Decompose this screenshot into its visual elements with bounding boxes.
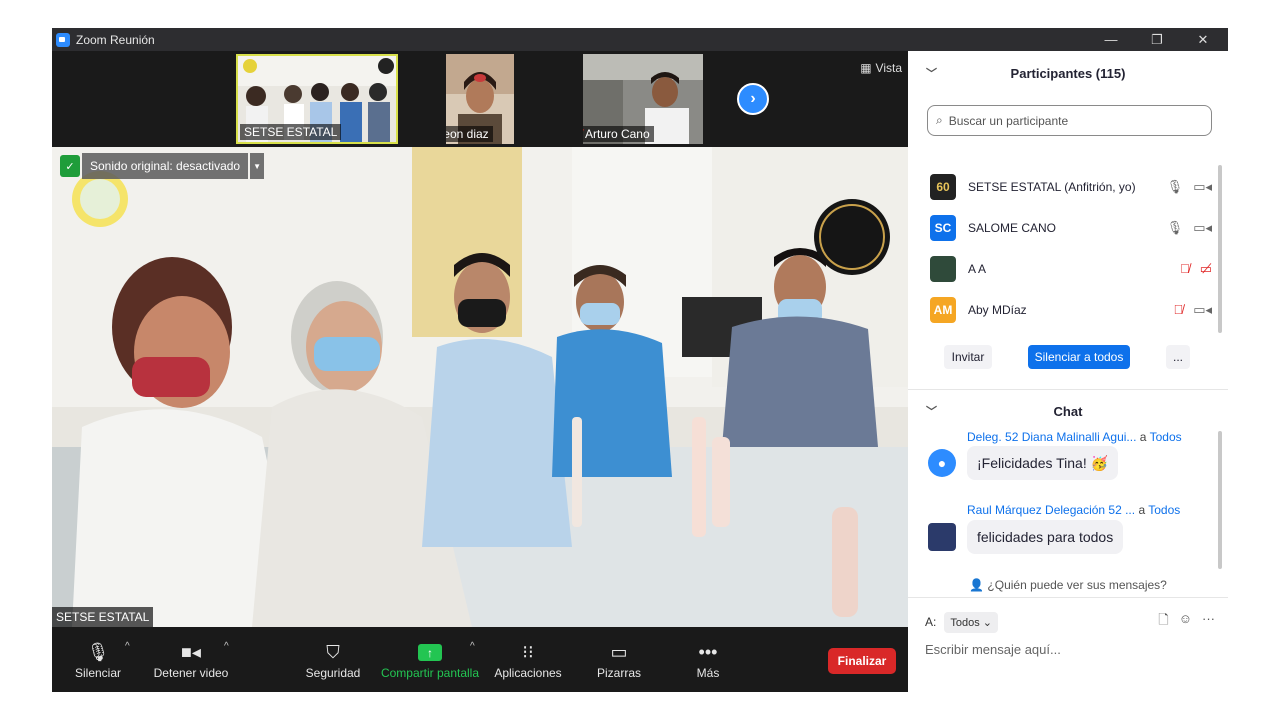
zoom-window: Zoom Reunión — ❐ ✕ SETSE ESTATAL eon dia… — [52, 28, 1228, 692]
stop-video-button[interactable]: ■◂ Detener video — [152, 627, 230, 692]
microphone-icon: 🎙︎ — [1166, 220, 1184, 235]
participant-search-input[interactable]: ⌕ Buscar un participante — [927, 105, 1212, 136]
person-icon: 👤 — [969, 578, 985, 592]
message-meta: Deleg. 52 Diana Malinalli Agui... a Todo… — [967, 430, 1182, 444]
avatar: SC — [930, 215, 956, 241]
thumbnail-name: 🎤̸ Erika leon diaz — [446, 126, 493, 142]
chat-recipient-row: A: Todos ⌄ 🗋 ☺ ··· — [925, 609, 1215, 635]
chat-message: ¡Felicidades Tina! 🥳 — [967, 446, 1119, 480]
zoom-logo-icon — [56, 32, 70, 47]
video-thumbnail[interactable]: SETSE ESTATAL — [236, 54, 398, 144]
collapse-chevron-icon[interactable]: ﹀ — [926, 403, 937, 419]
video-off-icon: ▭̸ — [1199, 261, 1212, 276]
participant-row[interactable]: AM Aby MDíaz 🎙̸ ▭◂ — [928, 292, 1218, 328]
view-button[interactable]: ▦ Vista — [860, 61, 902, 75]
video-options-caret[interactable]: ^ — [224, 641, 229, 652]
whiteboard-icon: ▭ — [610, 642, 628, 662]
security-button[interactable]: ⛉ Seguridad — [302, 627, 364, 692]
more-button[interactable]: ••• Más — [688, 627, 728, 692]
thumbnail-name: 🎤̸ Arturo Cano — [583, 126, 654, 142]
window-title: Zoom Reunión — [76, 32, 155, 47]
video-thumbnail[interactable]: 🎤̸ Arturo Cano — [583, 54, 703, 144]
close-button[interactable]: ✕ — [1180, 28, 1226, 51]
recipient-select[interactable]: Todos ⌄ — [944, 611, 998, 633]
avatar: AM — [930, 297, 956, 323]
share-screen-button[interactable]: ↑ Compartir pantalla — [378, 627, 482, 692]
who-can-see-messages-link[interactable]: 👤 ¿Quién puede ver sus mensajes? — [908, 578, 1228, 592]
whiteboards-button[interactable]: ▭ Pizarras — [592, 627, 646, 692]
chat-scrollbar[interactable] — [1218, 431, 1222, 569]
minimize-button[interactable]: — — [1088, 28, 1134, 51]
video-area: SETSE ESTATAL 🎤̸ Erika leon diaz — [52, 51, 908, 692]
share-screen-icon: ↑ — [418, 644, 442, 661]
microphone-icon: 🎙︎ — [86, 642, 110, 662]
more-options-button[interactable]: ... — [1166, 345, 1190, 369]
emoji-icon[interactable]: ☺ — [1179, 611, 1192, 633]
video-thumbnail[interactable]: 🎤̸ Erika leon diaz — [446, 54, 514, 144]
participants-header: ﹀ Participantes (115) — [926, 65, 1126, 81]
divider — [908, 389, 1228, 390]
more-dots-icon: ••• — [698, 642, 718, 662]
video-camera-icon: ▭◂ — [1193, 220, 1212, 235]
avatar — [930, 256, 956, 282]
chat-message-input[interactable]: Escribir mensaje aquí... — [925, 642, 1061, 657]
divider — [908, 597, 1228, 598]
main-video: ✓ Sonido original: desactivado ▼ SETSE E… — [52, 147, 908, 627]
thumbnail-name: SETSE ESTATAL — [240, 124, 342, 140]
participants-scrollbar[interactable] — [1218, 165, 1222, 333]
audio-options-caret[interactable]: ^ — [125, 641, 130, 652]
participant-row[interactable]: A A 🎙̸ ▭̸ — [928, 251, 1218, 287]
share-options-caret[interactable]: ^ — [470, 641, 475, 652]
video-camera-icon: ▭◂ — [1193, 302, 1212, 317]
shield-check-icon: ✓ — [60, 155, 80, 177]
grid-view-icon: ▦ — [860, 61, 872, 75]
collapse-chevron-icon[interactable]: ﹀ — [926, 65, 937, 81]
chat-header: ﹀ Chat — [926, 403, 1083, 419]
apps-button[interactable]: ⁝⁝ Aplicaciones — [492, 627, 564, 692]
meeting-toolbar: 🎙︎ Silenciar ^ ■◂ Detener video ^ ⛉ Segu… — [52, 627, 908, 692]
title-bar: Zoom Reunión — ❐ ✕ — [52, 28, 1228, 51]
mute-button[interactable]: 🎙︎ Silenciar — [70, 627, 126, 692]
video-camera-icon: ▭◂ — [1193, 179, 1212, 194]
chevron-right-icon: › — [750, 90, 756, 107]
apps-icon: ⁝⁝ — [522, 642, 534, 662]
speaker-name: SETSE ESTATAL — [52, 607, 154, 627]
avatar: 60 — [930, 174, 956, 200]
original-sound-notice[interactable]: ✓ Sonido original: desactivado ▼ — [60, 153, 265, 179]
restore-button[interactable]: ❐ — [1134, 28, 1180, 51]
participant-row[interactable]: 60 SETSE ESTATAL (Anfitrión, yo) 🎙︎ ▭◂ — [928, 169, 1218, 205]
video-feed-image — [52, 147, 908, 627]
message-meta: Raul Márquez Delegación 52 ... a Todos — [967, 503, 1181, 517]
thumbnail-strip: SETSE ESTATAL 🎤̸ Erika leon diaz — [52, 51, 908, 147]
side-panel: ﹀ Participantes (115) ⌕ Buscar un partic… — [908, 51, 1228, 692]
microphone-muted-icon: 🎙̸ — [1179, 261, 1190, 276]
microphone-muted-icon: 🎙̸ — [1173, 302, 1184, 317]
more-dots-icon[interactable]: ··· — [1202, 611, 1215, 633]
invite-button[interactable]: Invitar — [944, 345, 992, 369]
chevron-down-icon[interactable]: ▼ — [250, 153, 265, 179]
participant-actions: Invitar Silenciar a todos ... — [908, 345, 1228, 375]
next-page-button[interactable]: › — [737, 83, 769, 115]
avatar — [928, 523, 956, 551]
chat-message: felicidades para todos — [967, 520, 1124, 554]
search-icon: ⌕ — [936, 113, 943, 127]
participant-row[interactable]: SC SALOME CANO 🎙︎ ▭◂ — [928, 210, 1218, 246]
mute-all-button[interactable]: Silenciar a todos — [1028, 345, 1130, 369]
video-camera-icon: ■◂ — [181, 642, 201, 662]
end-meeting-button[interactable]: Finalizar — [828, 648, 896, 674]
shield-icon: ⛉ — [326, 642, 340, 662]
microphone-icon: 🎙︎ — [1166, 179, 1184, 194]
file-icon[interactable]: 🗋 — [1158, 611, 1168, 633]
user-avatar-icon: ● — [928, 449, 956, 477]
